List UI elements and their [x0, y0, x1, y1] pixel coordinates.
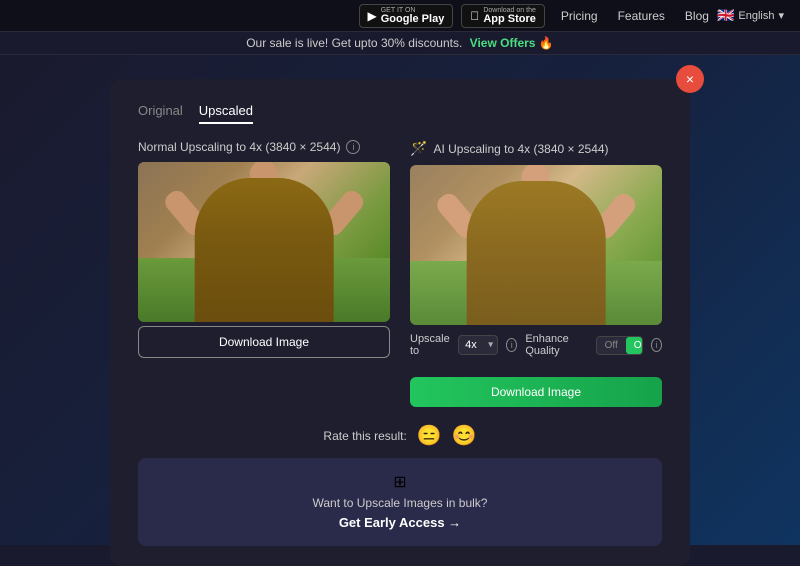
banner-text: Our sale is live! Get upto 30% discounts…: [246, 36, 462, 50]
normal-column: Normal Upscaling to 4x (3840 × 2544) i: [138, 140, 390, 407]
enhance-quality-label: Enhance Quality: [525, 333, 587, 357]
blog-link[interactable]: Blog: [685, 9, 709, 23]
close-button[interactable]: ×: [676, 65, 704, 93]
nav-links: Pricing Features Blog: [561, 9, 709, 23]
normal-image: [138, 162, 390, 322]
ai-column: 🪄 AI Upscaling to 4x (3840 × 2544): [410, 140, 662, 407]
upscale-to-label: Upscale to: [410, 333, 450, 357]
upscale-select[interactable]: 1x 2x 4x 8x: [458, 335, 498, 355]
ai-image: [410, 165, 662, 325]
comparison-grid: Normal Upscaling to 4x (3840 × 2544) i: [138, 140, 662, 407]
toggle-off-option[interactable]: Off: [597, 337, 626, 354]
chevron-down-icon: ▾: [778, 9, 784, 22]
bulk-icon: ⊞: [158, 472, 642, 492]
normal-label: Normal Upscaling to 4x (3840 × 2544): [138, 140, 340, 154]
normal-info-icon[interactable]: i: [346, 140, 360, 154]
upscale-dialog: × Original Upscaled Normal Upscaling to …: [110, 79, 690, 566]
top-navigation: ▶ GET IT ON Google Play  Download on th…: [0, 0, 800, 32]
view-offers-link[interactable]: View Offers 🔥: [470, 36, 554, 50]
ai-magic-icon: 🪄: [410, 140, 427, 157]
rate-label: Rate this result:: [323, 429, 406, 443]
features-link[interactable]: Features: [618, 9, 665, 23]
enhance-info-icon[interactable]: i: [651, 338, 662, 352]
get-early-access-link[interactable]: Get Early Access →: [339, 515, 461, 530]
tab-upscaled[interactable]: Upscaled: [199, 103, 253, 124]
app-store-big-label: App Store: [483, 14, 536, 25]
app-store-button[interactable]:  Download on the App Store: [461, 4, 545, 28]
sad-emoji-button[interactable]: 😑: [417, 423, 442, 448]
pricing-link[interactable]: Pricing: [561, 9, 598, 23]
upscale-controls: Upscale to 1x 2x 4x 8x i Enhance Quality: [410, 333, 662, 357]
flag-icon: 🇬🇧: [717, 7, 734, 24]
apple-icon: : [470, 9, 479, 23]
google-play-big-label: Google Play: [381, 14, 445, 25]
toggle-on-option[interactable]: On: [626, 337, 643, 354]
enhance-quality-toggle: Off On: [596, 336, 643, 355]
upscale-info-icon[interactable]: i: [506, 338, 517, 352]
google-play-icon: ▶: [368, 9, 377, 23]
happy-emoji-button[interactable]: 😊: [452, 423, 477, 448]
ai-label: AI Upscaling to 4x (3840 × 2544): [433, 142, 608, 156]
download-normal-button[interactable]: Download Image: [138, 326, 390, 358]
rating-row: Rate this result: 😑 😊: [138, 423, 662, 448]
download-ai-button[interactable]: Download Image: [410, 377, 662, 407]
close-icon: ×: [686, 71, 694, 87]
tab-bar: Original Upscaled: [138, 103, 662, 124]
tab-original[interactable]: Original: [138, 103, 183, 124]
google-play-button[interactable]: ▶ GET IT ON Google Play: [359, 4, 454, 28]
bulk-text: Want to Upscale Images in bulk?: [158, 496, 642, 510]
language-selector[interactable]: 🇬🇧 English ▾: [717, 7, 784, 24]
upscale-select-wrap: 1x 2x 4x 8x: [458, 335, 498, 355]
sale-banner: Our sale is live! Get upto 30% discounts…: [0, 32, 800, 55]
language-label: English: [738, 10, 774, 22]
